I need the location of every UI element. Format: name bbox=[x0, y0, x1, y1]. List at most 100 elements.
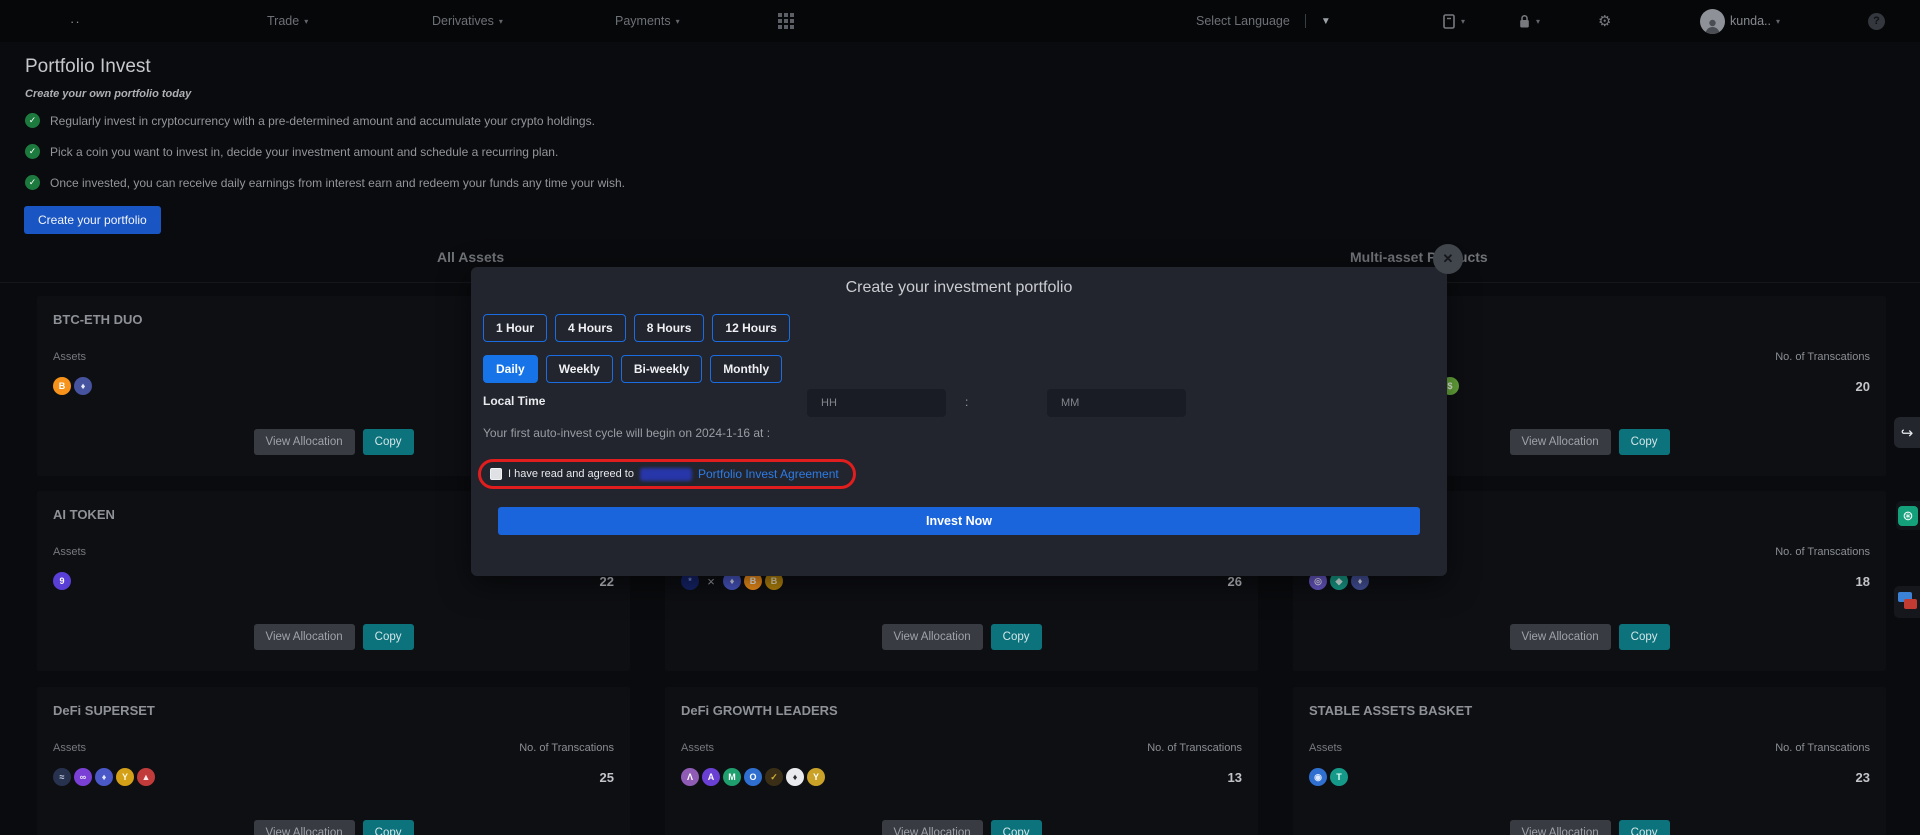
frequency-option-weekly[interactable]: Weekly bbox=[546, 355, 613, 383]
settings-gear-icon[interactable]: ⚙ bbox=[1598, 0, 1611, 42]
check-circle-icon: ✓ bbox=[25, 175, 40, 190]
invest-now-button[interactable]: Invest Now bbox=[498, 507, 1420, 535]
tab-multi-asset-products[interactable]: Multi-asset Products bbox=[1350, 249, 1488, 265]
card-actions: View Allocation Copy bbox=[253, 429, 413, 455]
copy-button[interactable]: Copy bbox=[363, 820, 414, 835]
account-menu[interactable]: kunda.. ▾ bbox=[1700, 0, 1780, 42]
wallet-lock-icon[interactable]: ▾ bbox=[1518, 0, 1540, 42]
nav-payments[interactable]: Payments ▾ bbox=[615, 0, 680, 42]
transactions-count: 22 bbox=[600, 574, 614, 589]
page-subtitle: Create your own portfolio today bbox=[25, 88, 191, 100]
hour-options-row: 1 Hour 4 Hours 8 Hours 12 Hours bbox=[483, 314, 790, 342]
minute-input[interactable] bbox=[1047, 389, 1186, 417]
frequency-options-row: Daily Weekly Bi-weekly Monthly bbox=[483, 355, 782, 383]
view-allocation-button[interactable]: View Allocation bbox=[253, 820, 354, 835]
gold-y-coin-icon: Y bbox=[116, 768, 134, 786]
yellow-coin-icon: Y bbox=[807, 768, 825, 786]
benefit-bullet: ✓ Once invested, you can receive daily e… bbox=[25, 175, 625, 190]
nav-trade[interactable]: Trade ▾ bbox=[267, 0, 308, 42]
nav-payments-label: Payments bbox=[615, 14, 671, 28]
copy-button[interactable]: Copy bbox=[1619, 624, 1670, 650]
frequency-option-biweekly[interactable]: Bi-weekly bbox=[621, 355, 702, 383]
blue-ring-coin-icon: ◉ bbox=[1309, 768, 1327, 786]
view-allocation-button[interactable]: View Allocation bbox=[881, 820, 982, 835]
tab-all-assets[interactable]: All Assets bbox=[437, 249, 504, 265]
lambda-coin-icon: Λ bbox=[681, 768, 699, 786]
hour-input[interactable] bbox=[807, 389, 946, 417]
portfolio-invest-agreement-link[interactable]: Portfolio Invest Agreement bbox=[698, 467, 839, 481]
redacted-brand-name bbox=[640, 468, 692, 481]
card-actions: View Allocation Copy bbox=[253, 820, 413, 835]
check-circle-icon: ✓ bbox=[25, 144, 40, 159]
chevron-down-icon: ▾ bbox=[304, 17, 308, 26]
hour-option-1h[interactable]: 1 Hour bbox=[483, 314, 547, 342]
check-circle-icon: ✓ bbox=[25, 113, 40, 128]
nav-derivatives-label: Derivatives bbox=[432, 14, 494, 28]
hour-option-12h[interactable]: 12 Hours bbox=[712, 314, 789, 342]
avatar bbox=[1700, 9, 1725, 34]
portfolio-card: DeFi GROWTH LEADERSAssetsNo. of Transcat… bbox=[665, 687, 1258, 835]
chat-extension-icon[interactable] bbox=[1894, 586, 1920, 618]
card-title: DeFi SUPERSET bbox=[53, 703, 155, 718]
o-coin-icon: O bbox=[744, 768, 762, 786]
modal-close-icon[interactable]: ✕ bbox=[1433, 244, 1463, 274]
create-portfolio-button[interactable]: Create your portfolio bbox=[24, 206, 161, 234]
chatgpt-extension-icon[interactable]: ⊛ bbox=[1896, 501, 1920, 530]
share-shortcut-icon[interactable]: ↪ bbox=[1894, 417, 1920, 448]
transactions-count: 26 bbox=[1228, 574, 1242, 589]
benefit-bullet: ✓ Pick a coin you want to invest in, dec… bbox=[25, 144, 558, 159]
hour-option-8h[interactable]: 8 Hours bbox=[634, 314, 705, 342]
card-actions: View Allocation Copy bbox=[1509, 624, 1669, 650]
copy-button[interactable]: Copy bbox=[991, 624, 1042, 650]
copy-button[interactable]: Copy bbox=[1619, 429, 1670, 455]
assets-label: Assets bbox=[53, 351, 86, 363]
eth-coin-icon: ♦ bbox=[95, 768, 113, 786]
copy-button[interactable]: Copy bbox=[991, 820, 1042, 835]
eth-coin-icon: ♦ bbox=[74, 377, 92, 395]
nav-trade-label: Trade bbox=[267, 14, 299, 28]
language-dropdown-icon: ▼ bbox=[1321, 16, 1331, 27]
transactions-count: 20 bbox=[1856, 379, 1870, 394]
view-allocation-button[interactable]: View Allocation bbox=[1509, 624, 1610, 650]
divider bbox=[1305, 14, 1306, 28]
copy-button[interactable]: Copy bbox=[363, 624, 414, 650]
asset-coin-row: ◉T bbox=[1309, 768, 1351, 786]
chevron-down-icon: ▾ bbox=[499, 17, 503, 26]
frequency-option-monthly[interactable]: Monthly bbox=[710, 355, 782, 383]
transactions-count: 13 bbox=[1228, 770, 1242, 785]
agreement-text: I have read and agreed to bbox=[508, 468, 634, 480]
view-allocation-button[interactable]: View Allocation bbox=[1509, 820, 1610, 835]
view-allocation-button[interactable]: View Allocation bbox=[253, 624, 354, 650]
asset-coin-row: B♦ bbox=[53, 377, 95, 395]
help-icon[interactable]: ? bbox=[1868, 0, 1885, 42]
apps-grid-icon[interactable] bbox=[778, 0, 794, 42]
purple-link-coin-icon: ∞ bbox=[74, 768, 92, 786]
agreement-highlight: I have read and agreed to Portfolio Inve… bbox=[478, 459, 856, 489]
btc-coin-icon: B bbox=[53, 377, 71, 395]
hour-option-4h[interactable]: 4 Hours bbox=[555, 314, 626, 342]
transactions-label: No. of Transcations bbox=[1775, 546, 1870, 558]
copy-button[interactable]: Copy bbox=[363, 429, 414, 455]
agreement-checkbox[interactable] bbox=[490, 468, 502, 480]
portfolio-card: STABLE ASSETS BASKETAssetsNo. of Transca… bbox=[1293, 687, 1886, 835]
site-logo[interactable]: ·· bbox=[70, 0, 81, 42]
card-title: DeFi GROWTH LEADERS bbox=[681, 703, 838, 718]
view-allocation-button[interactable]: View Allocation bbox=[253, 429, 354, 455]
transactions-count: 18 bbox=[1856, 574, 1870, 589]
assets-label: Assets bbox=[1309, 742, 1342, 754]
frequency-option-daily[interactable]: Daily bbox=[483, 355, 538, 383]
transactions-count: 23 bbox=[1856, 770, 1870, 785]
asset-coin-row: 9 bbox=[53, 572, 74, 590]
orders-book-icon[interactable]: ▾ bbox=[1442, 0, 1465, 42]
card-actions: View Allocation Copy bbox=[1509, 429, 1669, 455]
transactions-label: No. of Transcations bbox=[519, 742, 614, 754]
card-actions: View Allocation Copy bbox=[881, 624, 1041, 650]
white-coin-icon: ♦ bbox=[786, 768, 804, 786]
view-allocation-button[interactable]: View Allocation bbox=[881, 624, 982, 650]
bullet-text: Regularly invest in cryptocurrency with … bbox=[50, 114, 595, 128]
view-allocation-button[interactable]: View Allocation bbox=[1509, 429, 1610, 455]
nav-derivatives[interactable]: Derivatives ▾ bbox=[432, 0, 503, 42]
purple-coin-icon: 9 bbox=[53, 572, 71, 590]
language-selector[interactable]: Select Language ▼ bbox=[1196, 0, 1331, 42]
copy-button[interactable]: Copy bbox=[1619, 820, 1670, 835]
